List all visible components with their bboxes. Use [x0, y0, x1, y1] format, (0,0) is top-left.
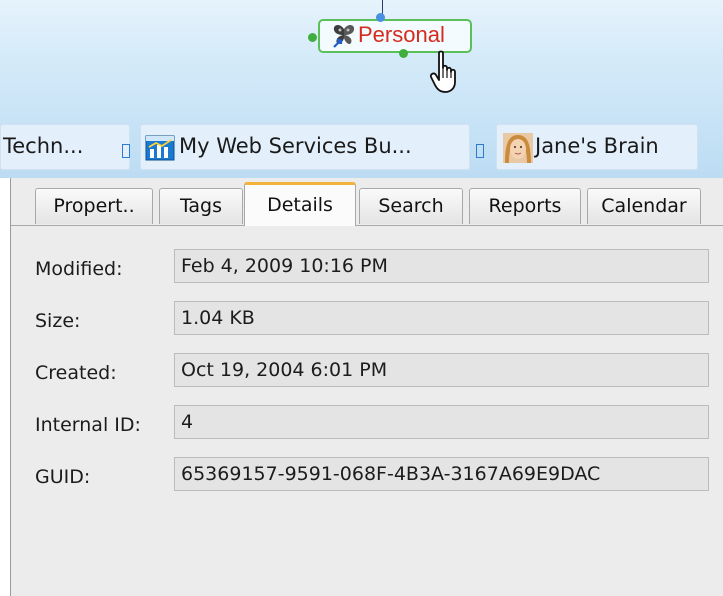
tab-search[interactable]: Search	[359, 188, 463, 224]
size-field: 1.04 KB	[174, 301, 709, 335]
node-handle-top[interactable]	[376, 13, 385, 22]
created-label: Created:	[35, 362, 117, 384]
tab-reports[interactable]: Reports	[469, 188, 581, 224]
pin-label: Jane's Brain	[535, 134, 659, 158]
tab-details[interactable]: Details	[244, 182, 356, 226]
tab-tags[interactable]: Tags	[159, 188, 243, 224]
pin-label: My Web Services Bu...	[179, 134, 412, 158]
pin-janes-brain[interactable]: Jane's Brain	[496, 124, 698, 170]
node-handle-left[interactable]	[308, 33, 317, 42]
chart-icon	[145, 135, 175, 161]
tab-calendar[interactable]: Calendar	[587, 188, 701, 224]
node-handle-bottom[interactable]	[399, 49, 408, 58]
tab-bar: Propert.. Tags Details Search Reports Ca…	[11, 178, 723, 226]
tab-divider	[11, 225, 723, 226]
guid-label: GUID:	[35, 466, 91, 488]
internal-id-label: Internal ID:	[35, 414, 141, 436]
modified-label: Modified:	[35, 258, 123, 280]
internal-id-field: 4	[174, 405, 709, 439]
brain-canvas[interactable]: Personal Techn... My Web Services Bu...	[0, 0, 723, 178]
pin-label: Techn...	[3, 134, 84, 158]
size-label: Size:	[35, 310, 81, 332]
butterfly-icon	[333, 24, 355, 48]
created-field: Oct 19, 2004 6:01 PM	[174, 353, 709, 387]
separator-icon	[122, 144, 130, 158]
separator-icon	[476, 144, 484, 158]
pin-my-web-services[interactable]: My Web Services Bu...	[140, 124, 470, 170]
modified-field: Feb 4, 2009 10:16 PM	[174, 249, 709, 283]
pin-techn[interactable]: Techn...	[0, 124, 130, 170]
hand-cursor-icon	[429, 50, 456, 93]
tab-properties[interactable]: Propert..	[35, 188, 153, 224]
guid-field: 65369157-9591-068F-4B3A-3167A69E9DAC	[174, 457, 709, 491]
thought-label[interactable]: Personal	[358, 22, 445, 48]
face-photo-icon	[503, 133, 533, 163]
details-panel: Propert.. Tags Details Search Reports Ca…	[10, 178, 723, 596]
